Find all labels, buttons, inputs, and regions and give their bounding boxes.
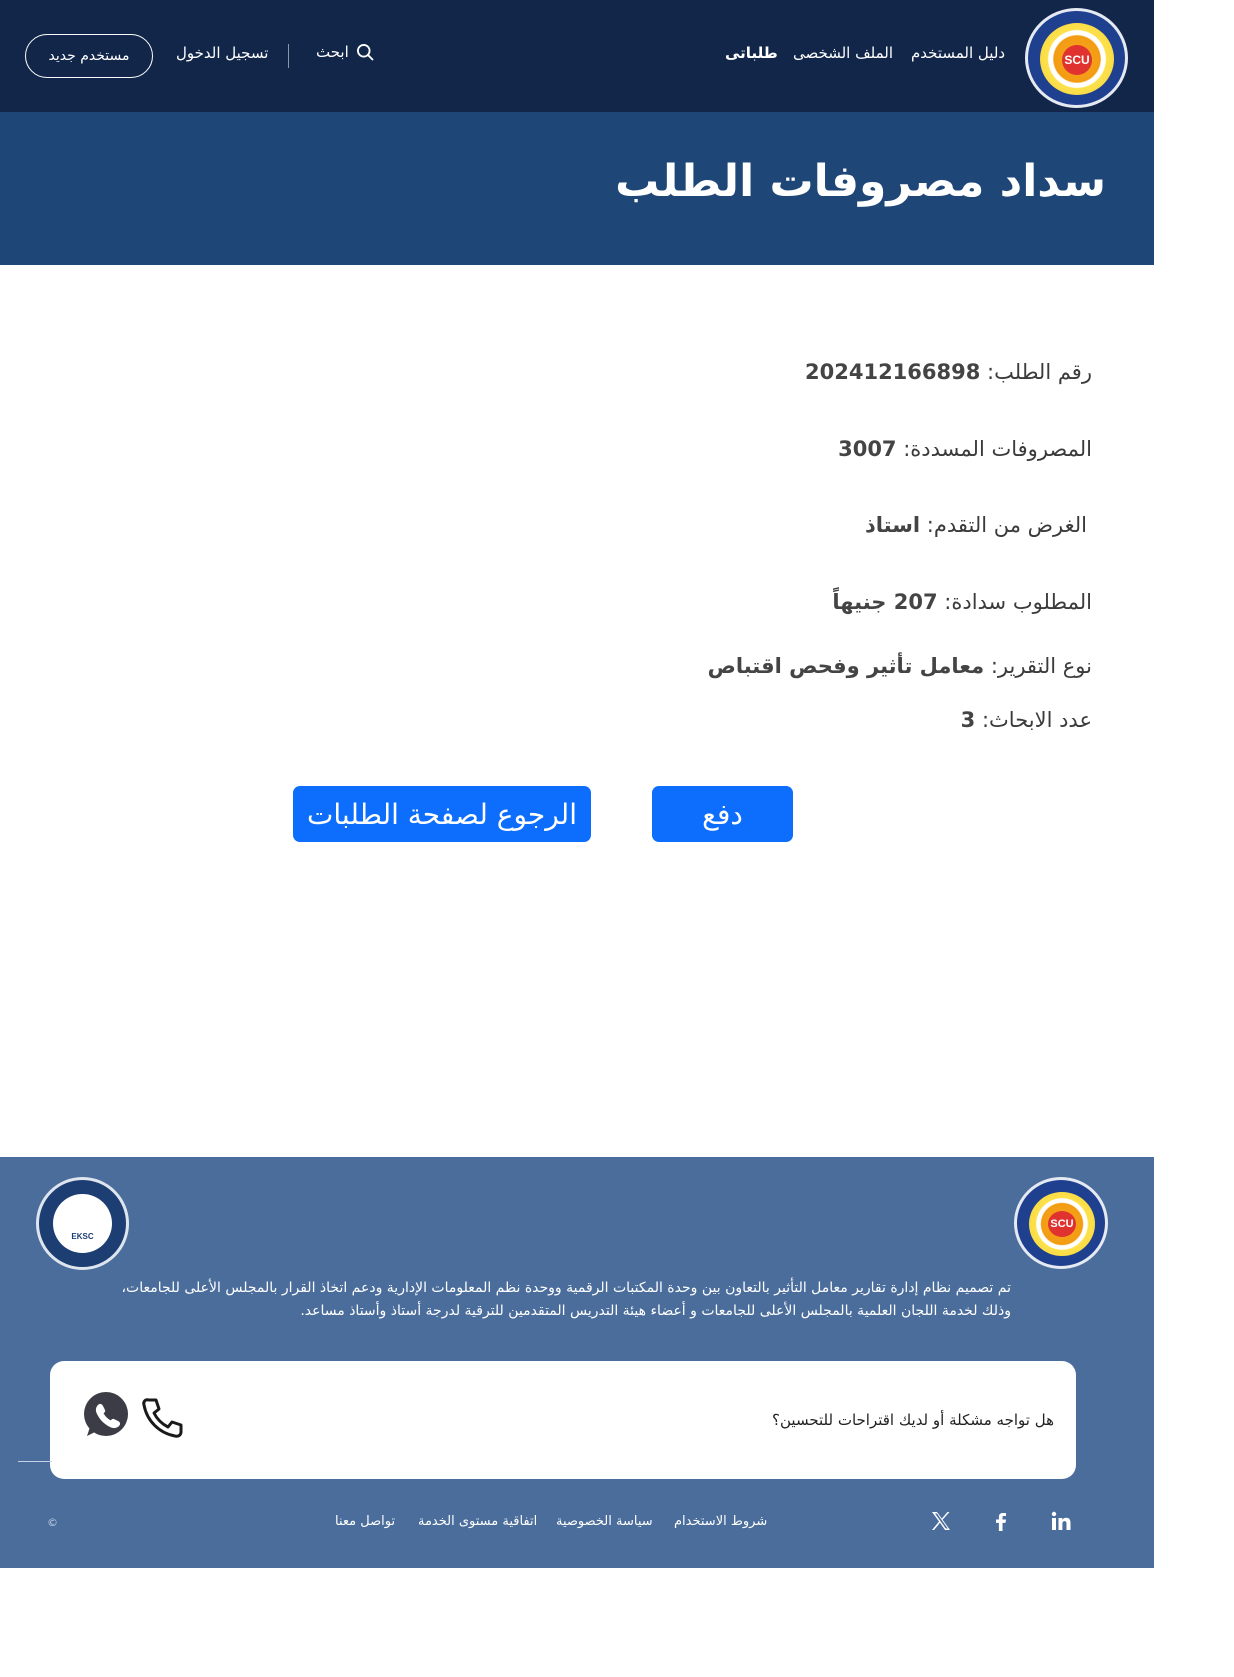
- logo-core: SCU: [1062, 45, 1092, 75]
- paid-fees-row: المصروفات المسددة: 3007: [838, 437, 1092, 461]
- order-number-label: رقم الطلب:: [987, 360, 1092, 384]
- purpose-label: الغرض من التقدم:: [926, 513, 1087, 537]
- nav-profile[interactable]: الملف الشخصى: [793, 44, 893, 62]
- footer-link-privacy[interactable]: سياسة الخصوصية: [556, 1514, 653, 1529]
- footer-logo-ring: SCU: [1029, 1192, 1095, 1256]
- purpose-value: استاذ: [865, 513, 921, 537]
- contact-question: هل تواجه مشكلة أو لديك اقتراحات للتحسين؟: [772, 1411, 1054, 1429]
- contact-card: هل تواجه مشكلة أو لديك اقتراحات للتحسين؟: [50, 1361, 1076, 1479]
- whatsapp-icon[interactable]: [81, 1390, 131, 1440]
- new-user-button[interactable]: مستخدم جديد: [25, 34, 153, 78]
- eksc-logo-text: EKSC: [71, 1232, 94, 1241]
- required-amount-row: المطلوب سدادة: 207 جنيهاً: [832, 590, 1092, 614]
- eksc-logo-inner: EKSC: [53, 1194, 112, 1253]
- footer: SCU EKSC تم تصميم نظام إدارة تقارير معام…: [0, 1157, 1154, 1568]
- footer-description-line1: تم تصميم نظام إدارة تقارير معامل التأثير…: [121, 1280, 1012, 1296]
- report-type-value: معامل تأثير وفحص اقتباص: [707, 654, 985, 678]
- x-twitter-icon[interactable]: [929, 1509, 953, 1533]
- phone-icon[interactable]: [140, 1396, 184, 1440]
- login-link[interactable]: تسجيل الدخول: [176, 44, 268, 62]
- research-count-label: عدد الابحاث:: [981, 708, 1092, 732]
- footer-accent-line: [18, 1461, 52, 1462]
- linkedin-icon[interactable]: [1049, 1509, 1073, 1533]
- footer-scu-logo: SCU: [1014, 1177, 1108, 1269]
- pay-button[interactable]: دفع: [652, 786, 793, 842]
- required-amount-value: 207 جنيهاً: [832, 590, 938, 614]
- report-type-label: نوع التقرير:: [990, 654, 1092, 678]
- report-type-row: نوع التقرير: معامل تأثير وفحص اقتباص: [708, 654, 1092, 678]
- nav-user-guide[interactable]: دليل المستخدم: [911, 44, 1005, 62]
- top-navbar: SCU دليل المستخدم الملف الشخصى طلباتى اب…: [0, 0, 1154, 112]
- footer-description-line2: وذلك لخدمة اللجان العلمية بالمجلس الأعلى…: [300, 1303, 1011, 1319]
- purpose-row: الغرض من التقدم: استاذ: [865, 513, 1087, 537]
- facebook-icon[interactable]: [989, 1509, 1013, 1533]
- footer-link-terms[interactable]: شروط الاستخدام: [674, 1514, 767, 1529]
- search-button[interactable]: ابحث: [316, 42, 375, 62]
- scu-logo[interactable]: SCU: [1025, 8, 1128, 108]
- footer-link-contact[interactable]: تواصل معنا: [335, 1514, 395, 1529]
- nav-my-requests[interactable]: طلباتى: [725, 44, 778, 62]
- paid-fees-label: المصروفات المسددة:: [903, 437, 1092, 461]
- footer-logo-core: SCU: [1048, 1211, 1076, 1237]
- required-amount-label: المطلوب سدادة:: [944, 590, 1092, 614]
- order-number-row: رقم الطلب: 202412166898: [805, 360, 1092, 384]
- page-hero: سداد مصروفات الطلب: [0, 112, 1154, 265]
- paid-fees-value: 3007: [838, 437, 897, 461]
- nav-divider: [288, 44, 289, 68]
- copyright-text: ©: [47, 1516, 58, 1529]
- research-count-value: 3: [960, 708, 976, 732]
- back-to-requests-button[interactable]: الرجوع لصفحة الطلبات: [293, 786, 591, 842]
- footer-link-sla[interactable]: اتفاقية مستوى الخدمة: [418, 1514, 537, 1529]
- search-icon: [356, 44, 374, 61]
- research-count-row: عدد الابحاث: 3: [961, 708, 1092, 732]
- logo-sun-ring: SCU: [1040, 23, 1114, 95]
- order-number-value: 202412166898: [805, 360, 981, 384]
- footer-eksc-logo: EKSC: [36, 1177, 129, 1270]
- page-title: سداد مصروفات الطلب: [615, 156, 1106, 207]
- search-label: ابحث: [316, 43, 349, 61]
